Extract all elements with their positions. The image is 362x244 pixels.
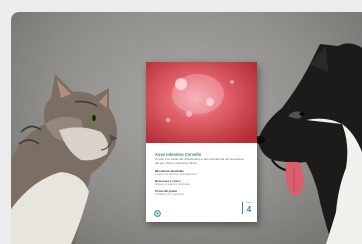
section-3: Protocolli pratici Indicazioni per il ve… [155, 189, 225, 197]
publisher-logo-icon [154, 210, 161, 217]
cat-image [11, 12, 151, 244]
section-text: Indicazioni per il veterinario [155, 193, 184, 197]
issue-badge: Volume 4 [245, 202, 253, 214]
issue-number: 4 [246, 205, 252, 214]
section-text: Strategie di supporto nutrizionale [155, 183, 190, 187]
section-text: Il legame tra intestino e comportamento [155, 173, 197, 177]
cover-illustration [146, 62, 257, 143]
hero-image: Asse Intestino Cervello Il ruolo e le sc… [11, 12, 362, 244]
dog-image [246, 12, 362, 244]
issue-divider [242, 202, 244, 214]
magazine-cover: Asse Intestino Cervello Il ruolo e le sc… [146, 62, 257, 222]
cover-subtitle: Il ruolo e le scelte del nutraceutico e … [155, 157, 244, 165]
section-2: Benessere e stress Strategie di supporto… [155, 179, 225, 187]
section-1: Microbiota intestinale Il legame tra int… [155, 169, 225, 177]
